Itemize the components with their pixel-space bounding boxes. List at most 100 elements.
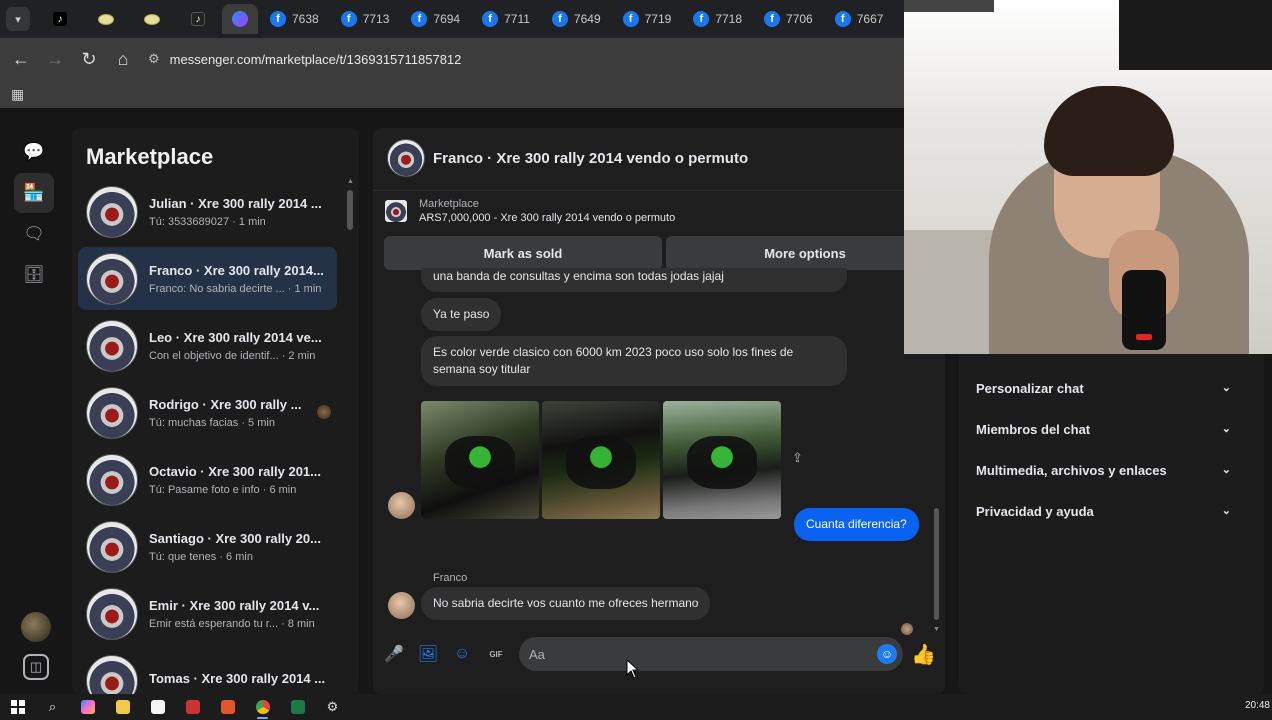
apps-grid-icon[interactable]: ▦ bbox=[11, 86, 27, 102]
tab-facebook[interactable]: f 7711 bbox=[472, 4, 540, 34]
gif-icon[interactable]: GIF bbox=[479, 640, 513, 668]
details-item-media[interactable]: Multimedia, archivos y enlaces ⌄ bbox=[976, 463, 1231, 478]
listing-banner[interactable]: Marketplace ARS7,000,000 - Xre 300 rally… bbox=[373, 190, 945, 230]
forward-icon[interactable]: → bbox=[38, 42, 72, 76]
conversation-item[interactable]: Leo · Xre 300 rally 2014 ve... Con el ob… bbox=[78, 314, 337, 377]
search-icon[interactable]: ⌕ bbox=[35, 694, 70, 720]
conversation-item[interactable]: Franco · Xre 300 rally 2014... Franco: N… bbox=[78, 247, 337, 310]
mark-as-sold-button[interactable]: Mark as sold bbox=[384, 236, 662, 270]
like-icon[interactable]: 👍 bbox=[911, 642, 936, 667]
message-photo[interactable] bbox=[542, 401, 660, 519]
conversation-item[interactable]: Octavio · Xre 300 rally 201... Tú: Pasam… bbox=[78, 448, 337, 511]
scroll-up-icon[interactable]: ▲ bbox=[347, 178, 354, 185]
conversation-preview: Tú: Pasame foto e info · 6 min bbox=[149, 483, 297, 496]
list-scrollbar[interactable]: ▲ ▼ bbox=[347, 178, 354, 694]
chrome-icon[interactable] bbox=[245, 694, 280, 720]
excel-icon[interactable] bbox=[280, 694, 315, 720]
conversation-item[interactable]: Julian · Xre 300 rally 2014 ... Tú: 3533… bbox=[78, 180, 337, 243]
listing-description: ARS7,000,000 - Xre 300 rally 2014 vendo … bbox=[419, 211, 676, 224]
conversation-preview: Con el objetivo de identif... · 2 min bbox=[149, 349, 316, 362]
conversation-item[interactable]: Rodrigo · Xre 300 rally ... Tú: muchas f… bbox=[78, 381, 337, 444]
back-icon[interactable]: ← bbox=[4, 42, 38, 76]
conversation-preview: Tú: que tenes · 6 min bbox=[149, 550, 253, 563]
app-icon[interactable] bbox=[175, 694, 210, 720]
address-bar: ← → ↻ ⌂ ⚙ messenger.com/marketplace/t/13… bbox=[0, 38, 904, 80]
scroll-down-icon[interactable]: ▼ bbox=[933, 626, 940, 633]
tab-search-button[interactable]: ▾ bbox=[6, 7, 30, 31]
conversation-name: Tomas · Xre 300 rally 2014 ... bbox=[149, 670, 326, 686]
tab-facebook[interactable]: f 7719 bbox=[613, 4, 682, 34]
message-bubble-mine: Cuanta diferencia? bbox=[794, 508, 919, 541]
tab-facebook[interactable]: f 7694 bbox=[401, 4, 470, 34]
chats-icon[interactable]: 💬 bbox=[14, 132, 54, 172]
copilot-icon[interactable] bbox=[70, 694, 105, 720]
tab-facebook[interactable]: f 7713 bbox=[331, 4, 400, 34]
file-explorer-icon[interactable] bbox=[105, 694, 140, 720]
sender-name: Franco bbox=[433, 572, 468, 584]
conversation-item[interactable]: Emir · Xre 300 rally 2014 v... Emir está… bbox=[78, 582, 337, 645]
tab-facebook[interactable]: f 7706 bbox=[754, 4, 823, 34]
conversation-name: Rodrigo · Xre 300 rally ... bbox=[149, 396, 302, 412]
chat-header: Franco · Xre 300 rally 2014 vendo o perm… bbox=[373, 128, 945, 188]
home-icon[interactable]: ⌂ bbox=[106, 42, 140, 76]
facebook-icon: f bbox=[482, 11, 499, 27]
avatar[interactable] bbox=[21, 612, 51, 642]
avatar bbox=[388, 592, 415, 619]
motorcycle-image bbox=[565, 436, 637, 490]
tab-egg-2[interactable] bbox=[130, 4, 174, 34]
details-item-customize[interactable]: Personalizar chat ⌄ bbox=[976, 381, 1231, 396]
tab-label: 7638 bbox=[292, 12, 319, 26]
tab-facebook[interactable]: f 7667 bbox=[825, 4, 894, 34]
windows-start-icon[interactable] bbox=[0, 694, 35, 720]
url-field[interactable]: ⚙ messenger.com/marketplace/t/1369315711… bbox=[148, 51, 461, 67]
tab-bar: ▾ ♪ ♪ f 7638 f 7713 f 7694 f 7711 f 7649 f 771… bbox=[0, 0, 904, 38]
marketplace-icon[interactable]: 🏪 bbox=[14, 173, 54, 213]
message-photo[interactable] bbox=[421, 401, 539, 519]
image-icon[interactable]: 🖼 bbox=[411, 640, 445, 668]
settings-icon[interactable]: ⚙ bbox=[315, 694, 350, 720]
notepad-icon[interactable] bbox=[140, 694, 175, 720]
tab-facebook[interactable]: f 7649 bbox=[542, 4, 611, 34]
scroll-thumb[interactable] bbox=[347, 190, 353, 230]
tab-tiktok-2[interactable]: ♪ bbox=[176, 4, 220, 34]
read-receipt-avatar bbox=[317, 405, 331, 419]
more-options-button[interactable]: More options bbox=[666, 236, 944, 270]
egg-icon bbox=[144, 13, 160, 25]
conversation-list: Marketplace Julian · Xre 300 rally 2014 … bbox=[72, 128, 359, 694]
details-item-members[interactable]: Miembros del chat ⌄ bbox=[976, 422, 1231, 437]
message-input[interactable]: ☺ bbox=[519, 637, 903, 671]
details-item-privacy[interactable]: Privacidad y ayuda ⌄ bbox=[976, 504, 1231, 519]
app-icon[interactable] bbox=[210, 694, 245, 720]
share-icon[interactable]: ⇪ bbox=[792, 450, 803, 466]
tab-egg-1[interactable] bbox=[84, 4, 128, 34]
tab-label: 7667 bbox=[856, 12, 884, 26]
chat-pane: Franco · Xre 300 rally 2014 vendo o perm… bbox=[373, 128, 945, 694]
emoji-icon[interactable]: ☺ bbox=[877, 644, 897, 664]
message-input-field[interactable] bbox=[529, 646, 859, 662]
tab-messenger[interactable] bbox=[222, 4, 258, 34]
chat-title[interactable]: Franco · Xre 300 rally 2014 vendo o perm… bbox=[433, 150, 748, 167]
archive-icon[interactable]: 🗄 bbox=[14, 255, 54, 295]
tab-tiktok-1[interactable]: ♪ bbox=[38, 4, 82, 34]
avatar[interactable] bbox=[387, 139, 425, 177]
left-rail: 💬 🏪 🗨 🗄 bbox=[14, 132, 58, 692]
conversation-item[interactable]: Tomas · Xre 300 rally 2014 ... bbox=[78, 649, 337, 694]
rail-bottom: ◫ bbox=[14, 612, 58, 680]
mouse-cursor-icon bbox=[626, 659, 638, 679]
chevron-down-icon: ⌄ bbox=[1221, 505, 1231, 517]
reload-icon[interactable]: ↻ bbox=[72, 42, 106, 76]
chevron-down-icon: ⌄ bbox=[1221, 464, 1231, 476]
sidebar-toggle-icon[interactable]: ◫ bbox=[23, 654, 49, 680]
conversation-item[interactable]: Santiago · Xre 300 rally 20... Tú: que t… bbox=[78, 515, 337, 578]
site-info-icon[interactable]: ⚙ bbox=[148, 51, 160, 67]
tab-facebook[interactable]: f 7638 bbox=[260, 4, 329, 34]
requests-icon[interactable]: 🗨 bbox=[14, 214, 54, 254]
facebook-icon: f bbox=[270, 11, 286, 27]
listing-label: Marketplace bbox=[419, 197, 479, 210]
chat-scroll-thumb[interactable] bbox=[934, 508, 939, 620]
microphone-icon[interactable]: 🎤 bbox=[377, 640, 411, 668]
conversation-name: Santiago · Xre 300 rally 20... bbox=[149, 530, 321, 546]
message-photo[interactable] bbox=[663, 401, 781, 519]
tab-facebook[interactable]: f 7718 bbox=[683, 4, 752, 34]
sticker-icon[interactable]: ☺ bbox=[445, 640, 479, 668]
